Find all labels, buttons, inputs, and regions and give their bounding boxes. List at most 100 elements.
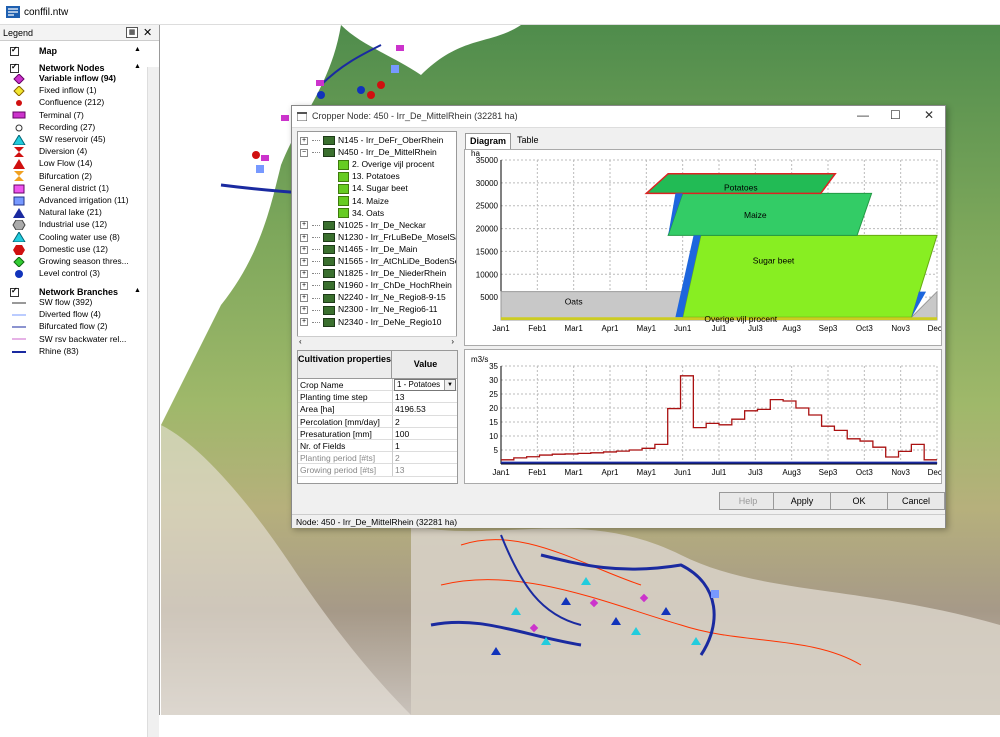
property-value[interactable]: 100 [395, 429, 409, 439]
x-tick-label: Jul1 [712, 468, 727, 477]
tree-crop-item[interactable]: 13. Potatoes [338, 171, 400, 183]
expand-icon[interactable]: + [300, 233, 308, 242]
property-value[interactable]: 13 [395, 465, 404, 475]
expand-icon[interactable]: + [300, 136, 308, 145]
ok-button[interactable]: OK [830, 492, 888, 510]
minimize-icon[interactable]: — [857, 108, 869, 122]
tree-node-item[interactable]: + N1565 - Irr_AtChLiDe_BodenSe [300, 256, 456, 268]
node-tree[interactable]: + N145 - Irr_DeFr_OberRhein − N450 - Irr_De… [297, 131, 457, 349]
close-icon[interactable]: ✕ [143, 26, 152, 39]
legend-item[interactable]: Bifurcation (2) [12, 171, 92, 183]
crop-name-select[interactable]: 1 - Potatoes ▼ [394, 379, 456, 391]
collapse-icon[interactable]: ▲ [134, 287, 141, 294]
tree-crop-item[interactable]: 14. Sugar beet [338, 183, 408, 195]
checkbox-icon[interactable] [10, 62, 19, 74]
node-icon [323, 233, 335, 243]
triangle-icon [12, 231, 26, 243]
x-tick-label: Nov3 [891, 324, 910, 333]
legend-item[interactable]: Low Flow (14) [12, 158, 92, 170]
legend-item-label: Low Flow (14) [39, 158, 93, 169]
expand-icon[interactable]: + [300, 281, 308, 290]
legend-branch-item[interactable]: Diverted flow (4) [12, 309, 101, 321]
legend-item[interactable]: Variable inflow (94) [12, 73, 116, 85]
expand-icon[interactable]: + [300, 294, 308, 303]
apply-button[interactable]: Apply [773, 492, 831, 510]
tree-crop-item[interactable]: 34. Oats [338, 208, 384, 220]
property-value[interactable]: 1 [395, 441, 400, 451]
legend-item[interactable]: Fixed inflow (1) [12, 85, 97, 97]
collapse-icon[interactable]: ▲ [134, 63, 141, 70]
tree-hscrollbar[interactable]: ‹ › [297, 336, 457, 349]
property-value[interactable]: 2 [395, 417, 400, 427]
legend-item[interactable]: Cooling water use (8) [12, 231, 120, 244]
expand-icon[interactable]: + [300, 245, 308, 254]
tree-node-item[interactable]: + N1825 - Irr_De_NiederRhein [300, 268, 446, 280]
tree-node-item[interactable]: + N2240 - Irr_Ne_Regio8-9-15 [300, 292, 446, 304]
legend-scrollbar[interactable] [147, 67, 159, 737]
scroll-left-icon[interactable]: ‹ [299, 337, 302, 346]
legend-item[interactable]: Growing season thres... [12, 256, 129, 268]
legend-section[interactable]: Network Nodes ▲ [10, 62, 141, 74]
property-value[interactable]: 13 [395, 392, 404, 402]
legend-section[interactable]: Network Branches ▲ [10, 286, 141, 298]
property-value[interactable]: 4196.53 [395, 404, 426, 414]
tree-crop-item[interactable]: 2. Overige vijl procent [338, 159, 434, 171]
properties-header: Cultivation properties Value [298, 351, 457, 379]
tree-crop-item[interactable]: 14. Maize [338, 196, 389, 208]
checkbox-icon[interactable] [10, 286, 19, 298]
tree-node-item[interactable]: + N1025 - Irr_De_Neckar [300, 220, 426, 232]
tree-item-label: N1825 - Irr_De_NiederRhein [338, 268, 447, 279]
tree-item-label: 2. Overige vijl procent [352, 159, 435, 170]
collapse-icon[interactable]: ▲ [134, 46, 141, 53]
crop-icon [338, 184, 349, 195]
legend-item[interactable]: Terminal (7) [12, 110, 84, 122]
tab-diagram[interactable]: Diagram [465, 133, 512, 149]
maximize-icon[interactable]: ☐ [890, 108, 901, 122]
hexagon-icon [12, 219, 26, 231]
help-button[interactable]: Help [719, 492, 777, 510]
tree-node-item[interactable]: − N450 - Irr_De_MittelRhein [300, 147, 437, 159]
chevron-down-icon[interactable]: ▼ [444, 380, 455, 390]
tree-node-item[interactable]: + N2340 - Irr_DeNe_Regio10 [300, 317, 441, 329]
close-icon[interactable]: ✕ [924, 108, 934, 122]
legend-item[interactable]: Confluence (212) [12, 97, 104, 109]
x-tick-label: Jan1 [492, 324, 510, 333]
legend-item[interactable]: Domestic use (12) [12, 244, 108, 256]
tab-table[interactable]: Table [513, 133, 543, 149]
property-row: Planting period [#ts] 2 [298, 452, 457, 465]
expand-icon[interactable]: + [300, 257, 308, 266]
legend-section[interactable]: Map ▲ [10, 45, 141, 57]
expand-icon[interactable]: + [300, 306, 308, 315]
expand-icon[interactable]: + [300, 318, 308, 327]
tree-node-item[interactable]: + N1230 - Irr_FrLuBeDe_MoselSa [300, 232, 456, 244]
tree-node-item[interactable]: + N2300 - Irr_Ne_Regio6-11 [300, 304, 438, 316]
tree-node-item[interactable]: + N1465 - Irr_De_Main [300, 244, 417, 256]
cancel-button[interactable]: Cancel [887, 492, 945, 510]
tree-node-item[interactable]: + N145 - Irr_DeFr_OberRhein [300, 135, 443, 147]
x-tick-label: Dec3 [928, 324, 941, 333]
property-name: Nr. of Fields [300, 440, 346, 451]
legend-item[interactable]: Recording (27) [12, 122, 95, 134]
legend-item[interactable]: Diversion (4) [12, 146, 87, 158]
legend-item[interactable]: Industrial use (12) [12, 219, 107, 231]
node-icon [323, 281, 335, 291]
legend-branch-item[interactable]: SW flow (392) [12, 297, 92, 309]
legend-item[interactable]: Natural lake (21) [12, 207, 102, 219]
expand-icon[interactable]: + [300, 221, 308, 230]
checkbox-icon[interactable] [10, 45, 19, 57]
legend-options-icon[interactable]: ▦ [126, 27, 138, 38]
legend-branch-item[interactable]: SW rsv backwater rel... [12, 334, 126, 346]
legend-branch-item[interactable]: Rhine (83) [12, 346, 79, 358]
legend-section-label: Network Branches [39, 287, 119, 297]
legend-item[interactable]: Level control (3) [12, 268, 100, 280]
scroll-right-icon[interactable]: › [451, 337, 454, 346]
legend-branch-item[interactable]: Bifurcated flow (2) [12, 321, 108, 333]
legend-item[interactable]: SW reservoir (45) [12, 133, 106, 146]
property-value[interactable]: 2 [395, 453, 400, 463]
expand-icon[interactable]: + [300, 269, 308, 278]
tree-node-item[interactable]: + N1960 - Irr_ChDe_HochRhein [300, 280, 452, 292]
tree-item-label: N2300 - Irr_Ne_Regio6-11 [338, 304, 438, 315]
legend-item[interactable]: Advanced irrigation (11) [12, 195, 129, 207]
legend-item[interactable]: General district (1) [12, 183, 109, 195]
collapse-icon[interactable]: − [300, 148, 308, 157]
